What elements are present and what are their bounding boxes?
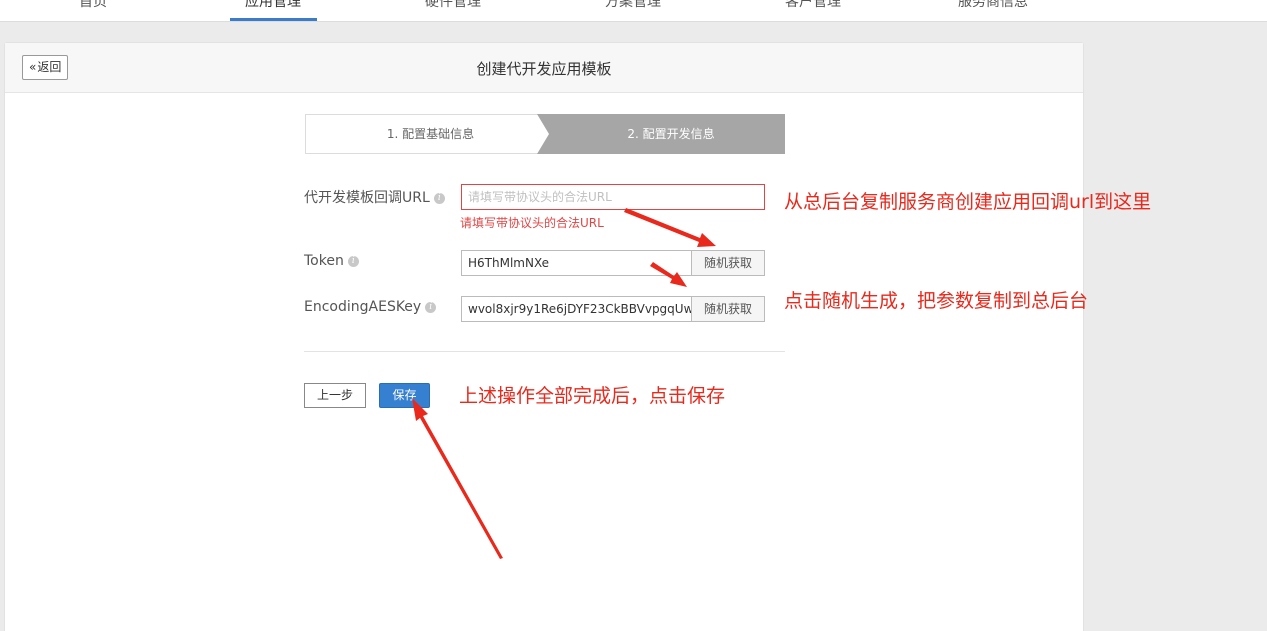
token-input[interactable]: H6ThMlmNXe — [461, 250, 692, 276]
step-basic-info[interactable]: 1. 配置基础信息 — [305, 114, 545, 154]
nav-item-provider-info[interactable]: 服务商信息 — [958, 0, 1028, 12]
save-button[interactable]: 保存 — [379, 383, 430, 408]
nav-item-app-management[interactable]: 应用管理 — [245, 0, 301, 12]
nav-active-indicator — [230, 18, 317, 21]
annotation-save-note: 上述操作全部完成后，点击保存 — [459, 385, 726, 407]
step-dev-info[interactable]: 2. 配置开发信息 — [537, 114, 785, 154]
main-panel: «返回 创建代开发应用模板 1. 配置基础信息 2. 配置开发信息 代开发模板回… — [4, 42, 1084, 631]
nav-item-home[interactable]: 首页 — [79, 0, 107, 12]
prev-step-button[interactable]: 上一步 — [304, 383, 366, 408]
info-icon[interactable]: i — [433, 192, 445, 204]
token-label: Token i — [304, 253, 359, 269]
top-navigation: 首页 应用管理 硬件管理 方案管理 客户管理 服务商信息 — [0, 0, 1267, 22]
info-icon[interactable]: i — [347, 255, 359, 267]
aes-key-input[interactable]: wvol8xjr9y1Re6jDYF23CkBBVvpgqUwOj — [461, 296, 692, 322]
token-random-button[interactable]: 随机获取 — [691, 250, 765, 276]
page-title: 创建代开发应用模板 — [476, 60, 612, 78]
divider — [304, 351, 785, 352]
nav-item-solution-management[interactable]: 方案管理 — [605, 0, 661, 12]
annotation-random-note: 点击随机生成，把参数复制到总后台 — [784, 290, 1089, 312]
callback-url-input[interactable]: 请填写带协议头的合法URL — [461, 184, 765, 210]
step-indicator: 1. 配置基础信息 2. 配置开发信息 — [305, 114, 785, 154]
callback-url-error: 请填写带协议头的合法URL — [460, 216, 604, 230]
nav-item-hardware-management[interactable]: 硬件管理 — [425, 0, 481, 12]
panel-header: «返回 创建代开发应用模板 — [5, 43, 1083, 93]
aes-key-label: EncodingAESKey i — [304, 299, 437, 315]
info-icon[interactable]: i — [425, 301, 437, 313]
annotation-url-note: 从总后台复制服务商创建应用回调url到这里 — [784, 191, 1152, 213]
nav-item-customer-management[interactable]: 客户管理 — [785, 0, 841, 12]
callback-url-label: 代开发模板回调URL i — [304, 187, 445, 207]
aes-key-random-button[interactable]: 随机获取 — [691, 296, 765, 322]
